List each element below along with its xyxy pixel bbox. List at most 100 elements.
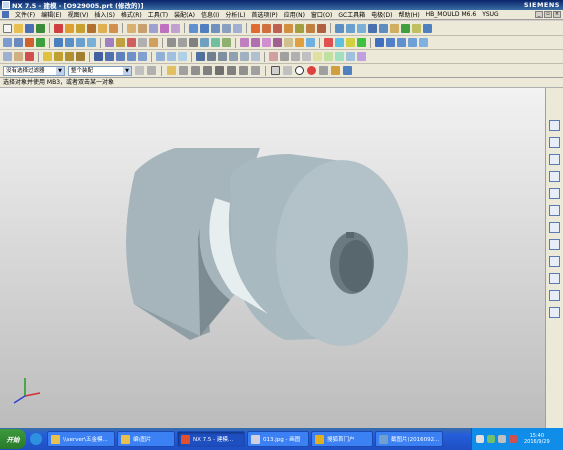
process-studio-tab-icon[interactable] [549, 222, 560, 233]
taskbar-item-paint[interactable]: 013.jpg - 画图 [247, 431, 309, 447]
block-icon[interactable] [54, 38, 63, 47]
transform-icon[interactable] [54, 52, 63, 61]
paste-icon[interactable] [14, 52, 23, 61]
select-point-icon[interactable] [307, 66, 316, 75]
menu-ysug[interactable]: YSUG [479, 11, 502, 18]
menu-window[interactable]: 窗口(O) [308, 10, 335, 19]
taskbar-item-nx[interactable]: NX 7.5 - 建模... [177, 431, 245, 447]
core-cavity-icon[interactable] [284, 23, 293, 33]
pocket-icon[interactable] [109, 23, 118, 33]
menu-format[interactable]: 格式(R) [118, 10, 145, 19]
standard-part-icon[interactable] [306, 23, 315, 33]
view-fit-icon[interactable] [423, 23, 432, 33]
snap-icon[interactable] [167, 66, 176, 75]
wireframe-icon[interactable] [207, 52, 216, 61]
save-icon[interactable] [25, 23, 34, 33]
edge-blend-icon[interactable] [127, 23, 136, 33]
revolve-icon[interactable] [76, 23, 85, 33]
select-all-icon[interactable] [147, 66, 156, 75]
hd3d-tools-tab-icon[interactable] [549, 307, 560, 318]
view-iso-icon[interactable] [408, 38, 417, 47]
select-face-icon[interactable] [331, 66, 340, 75]
snap-quadrant-icon[interactable] [239, 66, 248, 75]
thread-icon[interactable] [167, 38, 176, 47]
boss-icon[interactable] [98, 23, 107, 33]
mirror-icon[interactable] [233, 23, 242, 33]
hide-icon[interactable] [346, 38, 355, 47]
select-box-icon[interactable] [271, 66, 280, 75]
view-right-icon[interactable] [397, 38, 406, 47]
replace-face-icon[interactable] [116, 38, 125, 47]
select-lasso-icon[interactable] [283, 66, 292, 75]
keyway-notch[interactable] [346, 232, 354, 238]
clock[interactable]: 15:40 2016/9/29 [524, 433, 550, 445]
rib-icon[interactable] [200, 38, 209, 47]
menu-view[interactable]: 视图(V) [65, 10, 92, 19]
shell-icon[interactable] [149, 23, 158, 33]
chamfer-icon[interactable] [138, 23, 147, 33]
menu-information[interactable]: 信息(I) [198, 10, 222, 19]
menu-tools[interactable]: 工具(T) [145, 10, 171, 19]
curve-line-icon[interactable] [94, 52, 103, 61]
select-tangent-icon[interactable] [319, 66, 328, 75]
constraint-icon[interactable] [156, 52, 165, 61]
print-icon[interactable] [280, 52, 289, 61]
new-file-icon[interactable] [3, 23, 12, 33]
menu-insert[interactable]: 插入(S) [91, 10, 118, 19]
snap-midpoint-icon[interactable] [191, 66, 200, 75]
copy-icon[interactable] [3, 52, 12, 61]
menu-hb-mould[interactable]: HB_MOULD M6.6 [423, 11, 480, 18]
cone-icon[interactable] [76, 38, 85, 47]
move-face-icon[interactable] [138, 38, 147, 47]
layer-settings-icon[interactable] [390, 23, 399, 33]
electrode-icon[interactable] [262, 23, 271, 33]
groove-icon[interactable] [178, 38, 187, 47]
plot-icon[interactable] [291, 52, 300, 61]
offset-surface-icon[interactable] [306, 38, 315, 47]
cylinder-icon[interactable] [65, 38, 74, 47]
part-navigator-tab-icon[interactable] [549, 154, 560, 165]
snap-center-icon[interactable] [227, 66, 236, 75]
shaded-icon[interactable] [196, 52, 205, 61]
network-icon[interactable] [487, 435, 495, 443]
through-curves-icon[interactable] [251, 38, 260, 47]
hole-icon[interactable] [87, 23, 96, 33]
close-icon[interactable]: × [553, 11, 561, 18]
history-icon[interactable] [302, 52, 311, 61]
expression-icon[interactable] [313, 52, 322, 61]
resize-blend-icon[interactable] [149, 38, 158, 47]
help-icon[interactable] [476, 435, 484, 443]
view-front-icon[interactable] [375, 38, 384, 47]
trim-body-icon[interactable] [171, 23, 180, 33]
snap-control-icon[interactable] [203, 66, 212, 75]
project-curve-icon[interactable] [127, 52, 136, 61]
taskbar-item-server-folder[interactable]: \\server\五金模... [47, 431, 115, 447]
open-folder-icon[interactable] [14, 23, 23, 33]
media-player-icon[interactable] [30, 433, 42, 445]
type-filter-dropdown[interactable]: 没有选择过滤器 ▼ [3, 65, 65, 76]
selection-scope-dropdown[interactable]: 整个装配 ▼ [68, 65, 132, 76]
render-style-icon[interactable] [379, 23, 388, 33]
sphere-icon[interactable] [87, 38, 96, 47]
bounded-plane-icon[interactable] [284, 38, 293, 47]
taskbar-item-screenshot[interactable]: 截图片(2016092... [375, 431, 443, 447]
system-materials-tab-icon[interactable] [549, 273, 560, 284]
menu-help[interactable]: 帮助(H) [395, 10, 422, 19]
show-icon[interactable] [357, 38, 366, 47]
minimize-icon[interactable]: _ [535, 11, 543, 18]
delete-icon[interactable] [25, 52, 34, 61]
snap-endpoint-icon[interactable] [179, 66, 188, 75]
menu-gc-toolkit[interactable]: GC工具箱 [335, 10, 368, 19]
pan-icon[interactable] [240, 52, 249, 61]
measure-body-icon[interactable] [357, 23, 366, 33]
graphics-window[interactable] [0, 88, 545, 428]
nx-menu-icon[interactable] [2, 11, 9, 18]
zoom-icon[interactable] [229, 52, 238, 61]
mold-base-icon[interactable] [295, 23, 304, 33]
manufacturing-wizard-tab-icon[interactable] [549, 239, 560, 250]
intersect-icon[interactable] [211, 23, 220, 33]
dimension-icon[interactable] [167, 52, 176, 61]
view-top-icon[interactable] [386, 38, 395, 47]
roles-icon[interactable] [357, 52, 366, 61]
select-body-icon[interactable] [343, 66, 352, 75]
